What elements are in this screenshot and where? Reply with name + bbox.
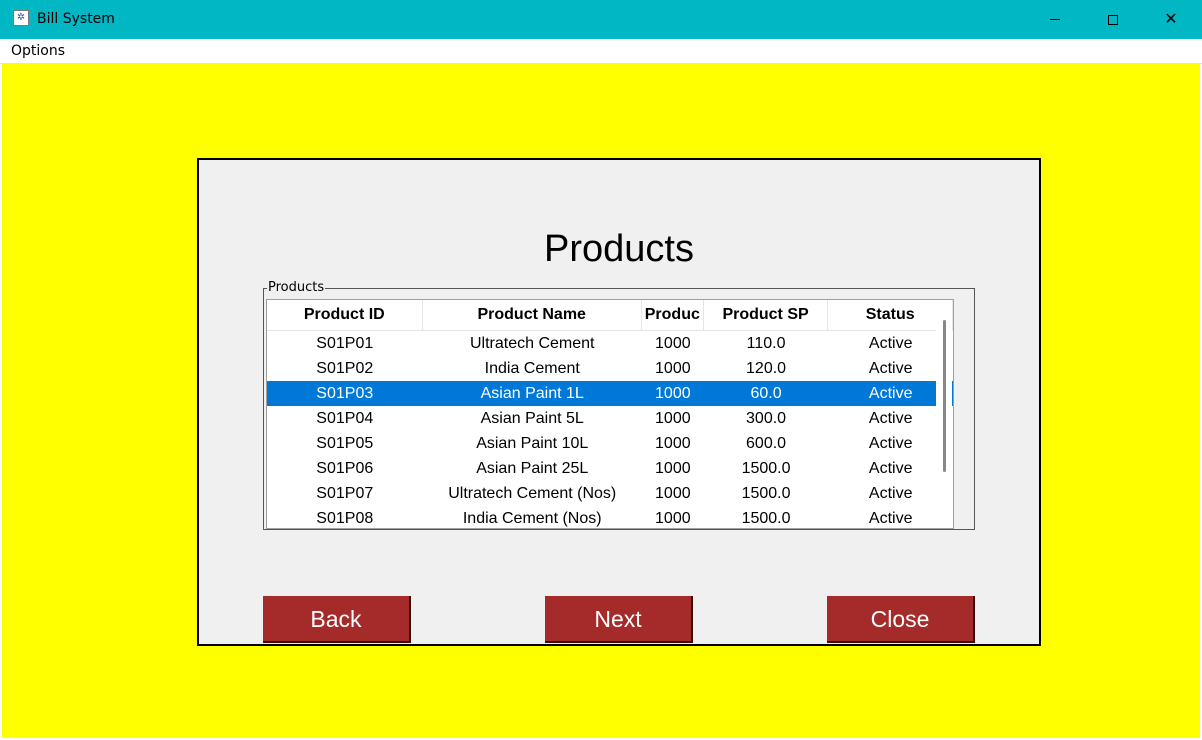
group-label: Products bbox=[267, 280, 326, 296]
cell-product-name: Asian Paint 5L bbox=[480, 410, 584, 427]
cell-product-name: Asian Paint 1L bbox=[480, 385, 584, 402]
cell-status: Active bbox=[868, 385, 913, 402]
main-area: Products Products Product ID Product Nam… bbox=[2, 64, 1200, 738]
column-header-status[interactable]: Status bbox=[828, 300, 953, 330]
cell-status: Active bbox=[868, 485, 913, 502]
cell-product-id: S01P01 bbox=[316, 335, 374, 352]
close-window-button[interactable]: ✕ bbox=[1142, 0, 1200, 39]
cell-status: Active bbox=[868, 360, 913, 377]
cell-product-qty: 1000 bbox=[655, 435, 691, 452]
cell-product-id: S01P07 bbox=[316, 485, 374, 502]
cell-product-sp: 60.0 bbox=[750, 385, 782, 402]
cell-product-qty: 1000 bbox=[655, 335, 691, 352]
cell-product-id: S01P03 bbox=[316, 385, 374, 402]
back-button[interactable]: Back bbox=[263, 596, 411, 643]
products-panel: Products Products Product ID Product Nam… bbox=[197, 158, 1041, 646]
table-header: Product ID Product Name Produc Product S… bbox=[267, 300, 953, 331]
close-button[interactable]: Close bbox=[827, 596, 975, 643]
close-icon: ✕ bbox=[1164, 11, 1178, 28]
cell-status: Active bbox=[868, 460, 913, 477]
next-button[interactable]: Next bbox=[545, 596, 693, 643]
cell-status: Active bbox=[868, 435, 913, 452]
cell-status: Active bbox=[868, 335, 913, 352]
cell-product-sp: 110.0 bbox=[746, 335, 786, 352]
products-group: Products Product ID Product Name Produc … bbox=[263, 280, 975, 530]
products-table[interactable]: Product ID Product Name Produc Product S… bbox=[266, 299, 954, 529]
table-row[interactable]: S01P01 Ultratech Cement 1000 110.0 Activ… bbox=[267, 331, 953, 356]
table-row[interactable]: S01P05 Asian Paint 10L 1000 600.0 Active bbox=[267, 431, 953, 456]
cell-product-name: Asian Paint 10L bbox=[476, 435, 589, 452]
cell-product-sp: 1500.0 bbox=[741, 460, 791, 477]
cell-product-qty: 1000 bbox=[655, 485, 691, 502]
minimize-button[interactable] bbox=[1026, 0, 1084, 39]
table-row[interactable]: S01P07 Ultratech Cement (Nos) 1000 1500.… bbox=[267, 481, 953, 506]
cell-product-id: S01P02 bbox=[316, 360, 374, 377]
cell-product-id: S01P06 bbox=[316, 460, 374, 477]
column-header-product-sp[interactable]: Product SP bbox=[704, 300, 829, 330]
cell-status: Active bbox=[868, 510, 913, 527]
cell-product-name: Ultratech Cement bbox=[469, 335, 595, 352]
table-row-selected[interactable]: S01P03 Asian Paint 1L 1000 60.0 Active bbox=[267, 381, 953, 406]
window-title: Bill System bbox=[37, 11, 115, 27]
table-row[interactable]: S01P04 Asian Paint 5L 1000 300.0 Active bbox=[267, 406, 953, 431]
table-scrollbar[interactable] bbox=[936, 300, 952, 528]
cell-product-id: S01P04 bbox=[316, 410, 374, 427]
maximize-button[interactable] bbox=[1084, 0, 1142, 39]
cell-product-sp: 300.0 bbox=[746, 410, 787, 427]
cell-product-name: India Cement (Nos) bbox=[462, 510, 602, 527]
cell-product-qty: 1000 bbox=[655, 360, 691, 377]
maximize-icon bbox=[1108, 14, 1118, 25]
cell-product-qty: 1000 bbox=[655, 385, 691, 402]
cell-product-name: Asian Paint 25L bbox=[476, 460, 589, 477]
title-bar: ✲ Bill System ✕ bbox=[0, 0, 1202, 39]
scrollbar-thumb[interactable] bbox=[943, 320, 946, 472]
minimize-icon bbox=[1050, 19, 1060, 21]
cell-product-name: Ultratech Cement (Nos) bbox=[448, 485, 617, 502]
menu-options[interactable]: Options bbox=[11, 43, 65, 59]
cell-product-sp: 1500.0 bbox=[741, 485, 791, 502]
cell-product-sp: 1500.0 bbox=[741, 510, 791, 527]
table-row[interactable]: S01P06 Asian Paint 25L 1000 1500.0 Activ… bbox=[267, 456, 953, 481]
cell-status: Active bbox=[868, 410, 913, 427]
cell-product-sp: 120.0 bbox=[746, 360, 787, 377]
table-row[interactable]: S01P02 India Cement 1000 120.0 Active bbox=[267, 356, 953, 381]
table-row[interactable]: S01P08 India Cement (Nos) 1000 1500.0 Ac… bbox=[267, 506, 953, 528]
cell-product-sp: 600.0 bbox=[746, 435, 787, 452]
page-title: Products bbox=[544, 228, 694, 270]
app-icon: ✲ bbox=[13, 10, 29, 26]
cell-product-qty: 1000 bbox=[655, 410, 691, 427]
cell-product-name: India Cement bbox=[484, 360, 580, 377]
column-header-product-name[interactable]: Product Name bbox=[423, 300, 642, 330]
cell-product-qty: 1000 bbox=[655, 510, 691, 527]
column-header-product-id[interactable]: Product ID bbox=[267, 300, 423, 330]
cell-product-id: S01P08 bbox=[316, 510, 374, 527]
column-header-product-qty[interactable]: Produc bbox=[642, 300, 704, 330]
cell-product-qty: 1000 bbox=[655, 460, 691, 477]
menu-bar: Options bbox=[0, 39, 1202, 64]
cell-product-id: S01P05 bbox=[316, 435, 374, 452]
